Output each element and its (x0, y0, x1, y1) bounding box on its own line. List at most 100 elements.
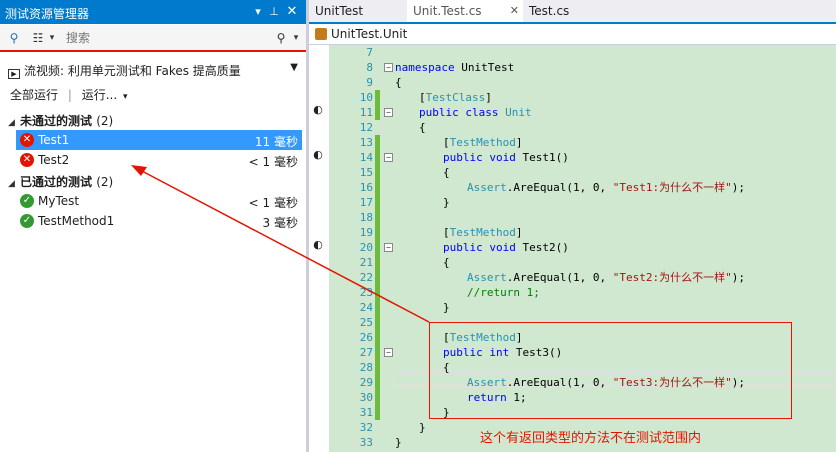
expand-icon[interactable]: ◢ (8, 179, 20, 189)
video-link[interactable]: ▶ 流视频: 利用单元测试和 Fakes 提高质量 ▼ (8, 62, 300, 79)
passed-icon: ✓ (20, 214, 34, 228)
line-number: 33 (359, 436, 373, 449)
line-number: 9 (366, 76, 373, 89)
line-number: 20 (359, 241, 373, 254)
fold-icon[interactable]: − (384, 348, 393, 357)
comment: //return 1; (467, 286, 540, 299)
test-status-glyph-icon[interactable]: ◐ (312, 149, 324, 161)
run-menu-link[interactable]: 运行... (82, 88, 117, 102)
class-icon (315, 28, 327, 40)
annotation-box (429, 322, 792, 419)
collapse-arrow-icon[interactable]: ▼ (290, 62, 298, 73)
line-number: 10 (359, 91, 373, 104)
code-line: public void Test1() (443, 150, 569, 165)
code-line: { (395, 76, 402, 89)
close-icon[interactable]: ✕ (284, 3, 300, 21)
line-number: 12 (359, 121, 373, 134)
fold-icon[interactable]: − (384, 108, 393, 117)
line-number: 25 (359, 316, 373, 329)
tab-unittest[interactable]: UnitTest (309, 0, 407, 22)
line-number: 28 (359, 361, 373, 374)
test-explorer-panel: 测试资源管理器 ▾ ⊥ ✕ ⚲ ☷ ▾ ⚲ ▾ ▶ 流视频: 利用单元测试和 Fa… (0, 0, 306, 452)
tab-unit-test-cs[interactable]: Unit.Test.cs ✕ (407, 0, 523, 22)
close-tab-icon[interactable]: ✕ (510, 0, 519, 22)
punct: ); (731, 181, 745, 194)
line-number: 17 (359, 196, 373, 209)
tab-label: UnitTest (315, 4, 364, 18)
code-line: namespace UnitTest (395, 60, 514, 75)
test-row-mytest[interactable]: ✓ MyTest < 1 毫秒 (16, 191, 302, 211)
attribute: TestMethod (449, 136, 516, 149)
code-line: //return 1; (467, 285, 540, 300)
filter-icon[interactable]: ☷ (30, 29, 46, 47)
annotation-text: 这个有返回类型的方法不在测试范围内 (480, 431, 702, 446)
test-status-glyph-icon[interactable]: ◐ (312, 104, 324, 116)
line-number: 15 (359, 166, 373, 179)
tab-test-cs[interactable]: Test.cs (523, 0, 603, 22)
code-line: } (419, 421, 426, 434)
line-number: 27 (359, 346, 373, 359)
test-row-testmethod1[interactable]: ✓ TestMethod1 3 毫秒 (16, 211, 302, 231)
test-row-test1[interactable]: ✕ Test1 11 毫秒 (16, 130, 302, 150)
group-by-icon[interactable]: ⚲ (6, 29, 22, 47)
identifier: UnitTest (454, 61, 515, 74)
video-link-label: 流视频: 利用单元测试和 Fakes 提高质量 (24, 64, 241, 78)
line-number: 31 (359, 406, 373, 419)
code-line: { (443, 166, 450, 179)
keyword: public void (443, 241, 516, 254)
passed-tests-group[interactable]: ◢ 已通过的测试 (2) (8, 173, 113, 191)
dropdown-icon[interactable]: ▾ (250, 3, 266, 21)
test-name: MyTest (38, 194, 80, 208)
line-number: 26 (359, 331, 373, 344)
line-number: 11 (359, 106, 373, 119)
failed-group-label: 未通过的测试 (20, 114, 93, 128)
line-number: 16 (359, 181, 373, 194)
keyword: public class (419, 106, 499, 119)
failed-tests-group[interactable]: ◢ 未通过的测试 (2) (8, 112, 113, 130)
filter-dropdown-icon[interactable]: ▾ (46, 29, 58, 47)
line-number: 24 (359, 301, 373, 314)
fold-icon[interactable]: − (384, 153, 393, 162)
tab-label: Unit.Test.cs (413, 4, 482, 18)
line-number: 18 (359, 211, 373, 224)
failed-icon: ✕ (20, 153, 34, 167)
change-marker (375, 90, 380, 120)
run-all-link[interactable]: 全部运行 (10, 88, 58, 102)
glyph-margin: ◐ ◐ ◐ (309, 45, 329, 452)
test-status-glyph-icon[interactable]: ◐ (312, 239, 324, 251)
code-line: [TestClass] (419, 90, 492, 105)
keyword: namespace (395, 61, 455, 74)
line-number: 19 (359, 226, 373, 239)
test-duration: < 1 毫秒 (248, 196, 298, 210)
code-line: } (395, 436, 402, 449)
search-input[interactable] (66, 29, 266, 47)
search-icon[interactable]: ⚲ (274, 29, 288, 47)
navigation-bar[interactable]: UnitTest.Unit (309, 24, 836, 45)
test-row-test2[interactable]: ✕ Test2 < 1 毫秒 (16, 150, 302, 170)
code-line: Assert.AreEqual(1, 0, "Test2:为什么不一样"); (467, 270, 745, 285)
code-line: public class Unit (419, 105, 532, 120)
failed-group-count: (2) (96, 114, 114, 128)
punct: ] (485, 91, 492, 104)
attribute: TestClass (425, 91, 486, 104)
run-menu-dropdown-icon[interactable]: ▾ (123, 92, 128, 102)
failed-icon: ✕ (20, 133, 34, 147)
punct: [ (419, 91, 426, 104)
keyword: public void (443, 151, 516, 164)
line-number: 32 (359, 421, 373, 434)
attribute: TestMethod (449, 226, 516, 239)
pin-icon[interactable]: ⊥ (266, 3, 282, 21)
fold-icon[interactable]: − (384, 243, 393, 252)
explorer-title: 测试资源管理器 (5, 7, 90, 21)
punct: [ (443, 226, 450, 239)
video-icon: ▶ (8, 69, 20, 79)
string: "Test1:为什么不一样" (612, 181, 732, 194)
code-line: public void Test2() (443, 240, 569, 255)
actions-divider: | (67, 88, 72, 102)
punct: [ (443, 136, 450, 149)
punct: ] (515, 136, 523, 149)
search-options-icon[interactable]: ▾ (290, 29, 302, 47)
code-line: { (443, 256, 450, 269)
expand-icon[interactable]: ◢ (8, 118, 20, 128)
fold-icon[interactable]: − (384, 63, 393, 72)
